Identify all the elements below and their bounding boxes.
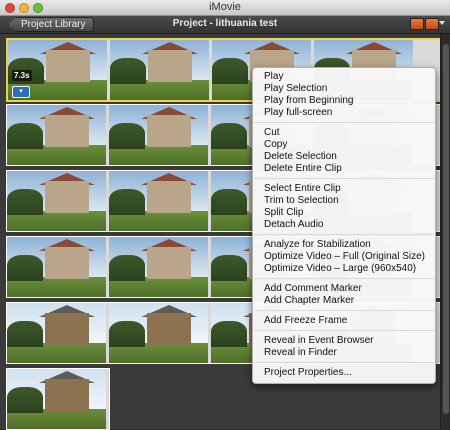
clip-frame-thumbnail — [7, 171, 106, 231]
menu-item-split-clip[interactable]: Split Clip — [264, 207, 303, 218]
menu-separator — [254, 178, 434, 179]
clip-duration-label: 7.3s — [12, 70, 32, 81]
project-title: Project - lithuania test — [172, 18, 278, 29]
clip-frame-thumbnail — [7, 303, 106, 363]
menu-item-add-chapter-marker[interactable]: Add Chapter Marker — [264, 295, 354, 306]
clip-frame-thumbnail — [7, 105, 106, 165]
menu-item-delete-selection[interactable]: Delete Selection — [264, 151, 337, 162]
clip-settings-icon[interactable]: ▾ — [12, 86, 30, 98]
menu-item-optimize-video-full-original-size[interactable]: Optimize Video – Full (Original Size) — [264, 251, 425, 262]
project-toolbar: Project Library Project - lithuania test — [0, 16, 450, 34]
menu-item-add-comment-marker[interactable]: Add Comment Marker — [264, 283, 362, 294]
clip-frame-thumbnail — [109, 105, 208, 165]
menu-item-trim-to-selection[interactable]: Trim to Selection — [264, 195, 339, 206]
menu-item-copy[interactable]: Copy — [264, 139, 287, 150]
menu-item-reveal-in-finder[interactable]: Reveal in Finder — [264, 347, 337, 358]
imovie-window: iMovie Project Library Project - lithuan… — [0, 0, 450, 430]
project-view-icon[interactable] — [410, 18, 424, 30]
title-bar: iMovie — [0, 0, 450, 16]
menu-separator — [254, 362, 434, 363]
menu-item-cut[interactable]: Cut — [264, 127, 280, 138]
menu-item-play[interactable]: Play — [264, 71, 283, 82]
menu-item-reveal-in-event-browser[interactable]: Reveal in Event Browser — [264, 335, 374, 346]
clip-frame-thumbnail — [109, 237, 208, 297]
menu-item-optimize-video-large-960x540[interactable]: Optimize Video – Large (960x540) — [264, 263, 416, 274]
menu-item-play-full-screen[interactable]: Play full-screen — [264, 107, 332, 118]
menu-item-play-from-beginning[interactable]: Play from Beginning — [264, 95, 354, 106]
clip-frame-thumbnail — [110, 40, 209, 100]
clip-context-menu: Play Play Selection Play from Beginning Pla… — [252, 67, 436, 384]
menu-separator — [254, 122, 434, 123]
clip-frame-thumbnail — [109, 303, 208, 363]
menu-item-add-freeze-frame[interactable]: Add Freeze Frame — [264, 315, 347, 326]
scrollbar-thumb[interactable] — [443, 44, 449, 414]
window-title: iMovie — [209, 1, 241, 13]
vertical-scrollbar[interactable] — [440, 34, 450, 429]
menu-item-delete-entire-clip[interactable]: Delete Entire Clip — [264, 163, 342, 174]
clip-filmstrip[interactable] — [6, 368, 110, 430]
menu-separator — [254, 234, 434, 235]
menu-separator — [254, 278, 434, 279]
clip-frame-thumbnail — [109, 171, 208, 231]
menu-separator — [254, 310, 434, 311]
chevron-down-icon[interactable] — [439, 21, 445, 25]
menu-item-analyze-for-stabilization[interactable]: Analyze for Stabilization — [264, 239, 371, 250]
menu-item-select-entire-clip[interactable]: Select Entire Clip — [264, 183, 341, 194]
clip-frame-thumbnail — [7, 237, 106, 297]
menu-item-play-selection[interactable]: Play Selection — [264, 83, 327, 94]
menu-item-detach-audio[interactable]: Detach Audio — [264, 219, 324, 230]
clip-frame-thumbnail — [7, 369, 106, 429]
menu-item-project-properties[interactable]: Project Properties... — [264, 367, 352, 378]
menu-separator — [254, 330, 434, 331]
project-theme-icon[interactable] — [425, 18, 439, 30]
